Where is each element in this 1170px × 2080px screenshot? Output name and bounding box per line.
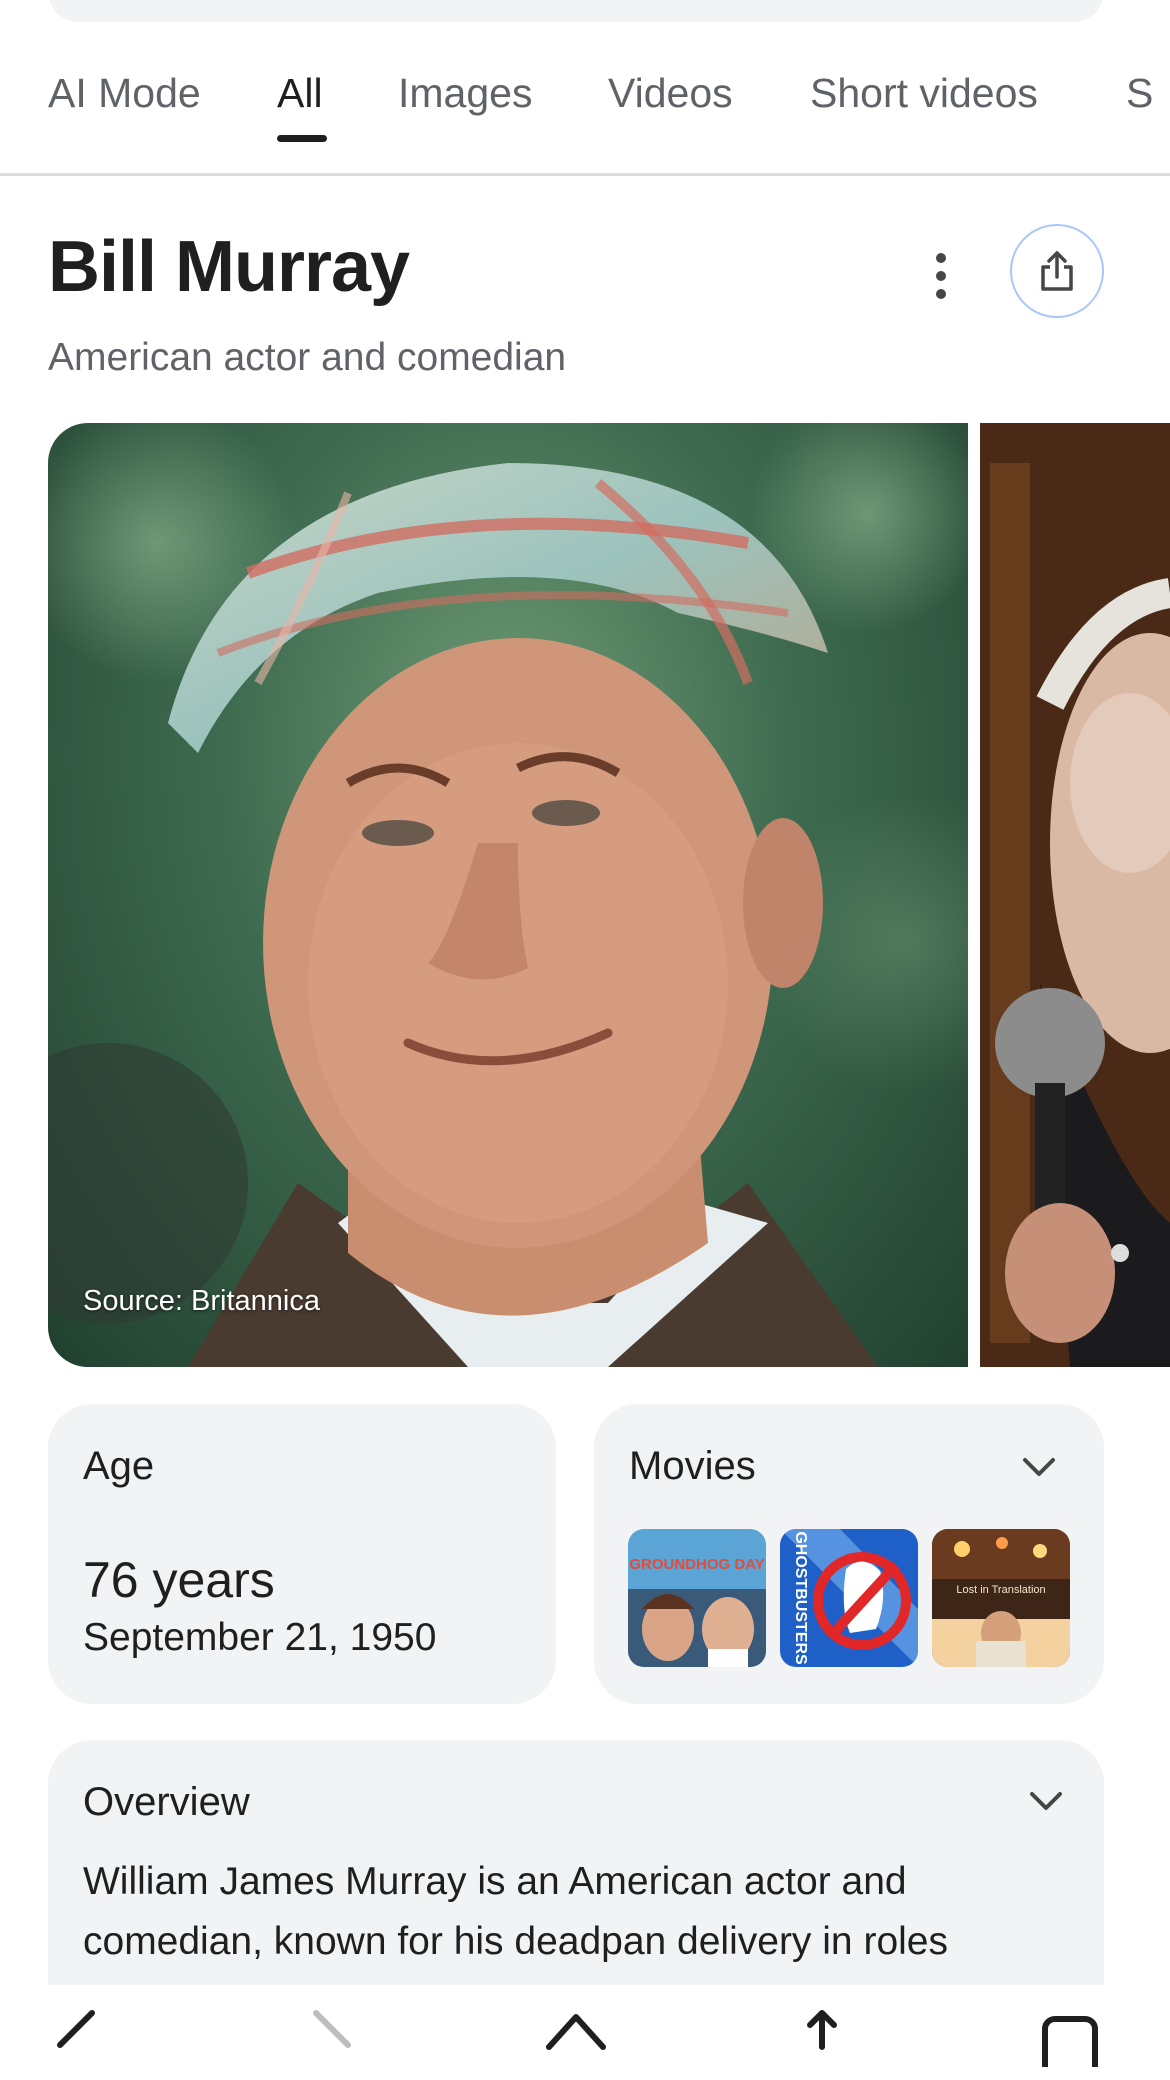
more-options-button[interactable]	[916, 246, 966, 306]
share-icon[interactable]	[782, 2007, 862, 2080]
portrait-illustration	[980, 423, 1170, 1367]
overview-label: Overview	[83, 1780, 250, 1824]
main-photo[interactable]: Source: Britannica	[48, 423, 968, 1367]
chevron-down-icon[interactable]	[1019, 1448, 1059, 1488]
share-icon	[1041, 251, 1073, 291]
ghostbusters-poster-text: GHOSTBUSTERS	[792, 1531, 809, 1665]
tab-ai-mode[interactable]: AI Mode	[48, 70, 201, 117]
tabs-icon[interactable]	[1030, 2007, 1110, 2080]
search-tabs: AI Mode All Images Videos Short videos S	[0, 48, 1170, 176]
entity-title: Bill Murray	[48, 227, 410, 307]
movie-thumb-groundhog-day[interactable]: GROUNDHOG DAY	[628, 1529, 766, 1667]
portrait-illustration	[48, 423, 968, 1367]
birth-date: September 21, 1950	[83, 1616, 437, 1659]
forward-icon[interactable]	[290, 2007, 370, 2080]
age-card[interactable]: Age 76 years September 21, 1950	[48, 1404, 556, 1704]
ghostbusters-poster: GHOSTBUSTERS	[780, 1529, 918, 1667]
chevron-down-icon[interactable]	[1026, 1782, 1066, 1822]
search-bar[interactable]	[48, 0, 1104, 22]
movies-label: Movies	[629, 1444, 756, 1488]
movie-thumb-ghostbusters[interactable]: GHOSTBUSTERS	[780, 1529, 918, 1667]
share-button[interactable]	[1010, 224, 1104, 318]
active-tab-indicator	[277, 135, 327, 142]
lost-in-translation-poster-text: Lost in Translation	[956, 1584, 1045, 1596]
age-label: Age	[83, 1444, 155, 1488]
tab-short-videos[interactable]: Short videos	[810, 70, 1038, 117]
age-value: 76 years	[83, 1552, 275, 1608]
tab-videos[interactable]: Videos	[608, 70, 733, 117]
secondary-photo[interactable]	[980, 423, 1170, 1367]
home-icon[interactable]	[536, 2007, 616, 2080]
tab-more[interactable]: S	[1126, 70, 1153, 117]
entity-subtitle: American actor and comedian	[48, 336, 567, 379]
movie-thumb-lost-in-translation[interactable]: Lost in Translation	[932, 1529, 1070, 1667]
back-icon[interactable]	[38, 2007, 118, 2080]
tab-all[interactable]: All	[277, 70, 323, 117]
tab-images[interactable]: Images	[398, 70, 532, 117]
browser-nav-bar	[0, 1985, 1170, 2080]
photo-source-label[interactable]: Source: Britannica	[83, 1285, 320, 1318]
groundhog-day-poster-text: GROUNDHOG DAY	[629, 1556, 764, 1573]
movies-card[interactable]: Movies GROUNDHOG DAY GHOSTBUSTERS Lost i…	[594, 1404, 1104, 1704]
lost-in-translation-poster: Lost in Translation	[932, 1529, 1070, 1667]
groundhog-day-poster: GROUNDHOG DAY	[628, 1529, 766, 1667]
more-vert-icon	[936, 253, 946, 263]
